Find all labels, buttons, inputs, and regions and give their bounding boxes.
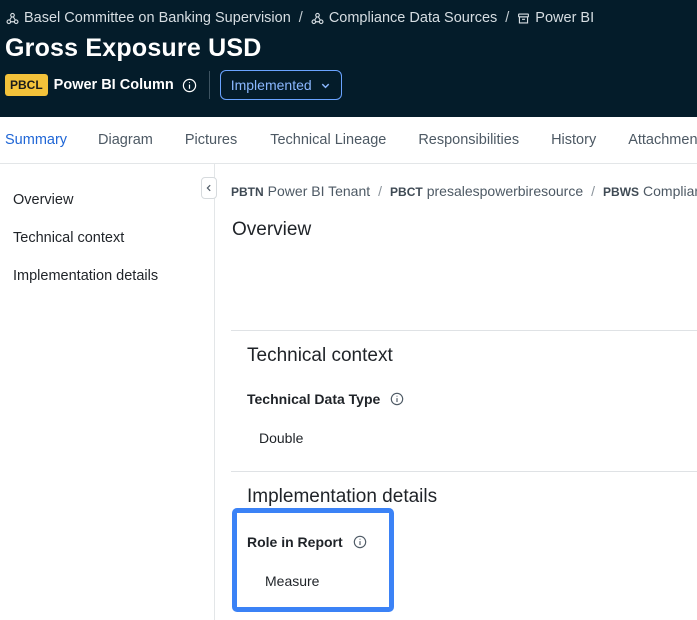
technical-data-type-label: Technical Data Type: [247, 391, 404, 407]
tab-responsibilities[interactable]: Responsibilities: [413, 117, 524, 163]
section-divider: [231, 330, 697, 331]
breadcrumb-label: Basel Committee on Banking Supervision: [24, 10, 291, 26]
nav-item-technical-context[interactable]: Technical context: [13, 230, 124, 246]
object-type-badge: PBCL: [5, 74, 48, 96]
info-icon[interactable]: [182, 78, 197, 93]
info-icon[interactable]: [390, 392, 404, 406]
path-item-workspace[interactable]: PBWSCompliance: [603, 183, 697, 199]
breadcrumb-item-compliance[interactable]: Compliance Data Sources: [311, 10, 497, 26]
technical-data-type-value: Double: [259, 430, 304, 446]
breadcrumb-item-basel[interactable]: Basel Committee on Banking Supervision: [6, 10, 291, 26]
overview-heading: Overview: [232, 219, 312, 240]
tab-diagram[interactable]: Diagram: [93, 117, 158, 163]
implementation-details-heading: Implementation details: [247, 486, 438, 507]
tab-bar: Summary Diagram Pictures Technical Linea…: [0, 117, 697, 164]
path-item-label: Power BI Tenant: [267, 183, 371, 199]
tab-pictures[interactable]: Pictures: [180, 117, 242, 163]
chevron-down-icon: [321, 83, 329, 88]
path-item-catalog[interactable]: PBCT presalespowerbiresource: [390, 183, 583, 199]
nav-item-implementation-details[interactable]: Implementation details: [13, 268, 158, 284]
tab-attachments[interactable]: Attachments: [623, 117, 697, 163]
hierarchy-path: PBTN Power BI Tenant / PBCT presalespowerb…: [231, 183, 697, 199]
field-label-text: Technical Data Type: [247, 391, 381, 407]
path-item-abbr: PBCT: [390, 185, 423, 199]
breadcrumb-separator: /: [505, 10, 510, 26]
page-title: Gross Exposure USD: [5, 34, 262, 62]
breadcrumb-item-power-bi[interactable]: Power BI: [517, 10, 594, 26]
nav-item-overview[interactable]: Overview: [13, 192, 73, 208]
status-label: Implemented: [230, 77, 312, 93]
tab-technical-lineage[interactable]: Technical Lineage: [265, 117, 391, 163]
highlight-box: [232, 508, 394, 612]
archive-box-icon: [518, 12, 530, 24]
share-nodes-icon: [6, 12, 19, 24]
tab-summary[interactable]: Summary: [0, 117, 73, 163]
path-item-abbr: PBTN: [231, 185, 264, 199]
section-divider: [231, 471, 697, 472]
path-separator: /: [378, 183, 383, 199]
status-dropdown[interactable]: Implemented: [219, 70, 342, 100]
collapse-sidebar-button[interactable]: [201, 177, 217, 199]
path-separator: /: [591, 183, 596, 199]
path-item-abbr: PBWS: [603, 185, 640, 199]
breadcrumb-separator: /: [298, 10, 303, 26]
breadcrumb-label: Power BI: [535, 10, 595, 26]
chevron-left-icon: [206, 184, 211, 192]
path-item-label: Compliance: [643, 183, 697, 199]
path-item-tenant[interactable]: PBTN Power BI Tenant: [231, 183, 370, 199]
share-nodes-icon: [311, 12, 324, 24]
technical-context-heading: Technical context: [247, 345, 393, 366]
object-type-row: PBCL Power BI Column Implemented: [5, 70, 342, 100]
object-header: Basel Committee on Banking Supervision /…: [0, 0, 697, 117]
tab-history[interactable]: History: [546, 117, 601, 163]
section-nav: Overview Technical context Implementatio…: [0, 164, 215, 620]
path-item-label: presalespowerbiresource: [426, 183, 584, 199]
breadcrumb: Basel Committee on Banking Supervision /…: [6, 10, 594, 26]
breadcrumb-label: Compliance Data Sources: [328, 10, 498, 26]
object-type-label: Power BI Column: [53, 77, 174, 93]
divider: [208, 71, 210, 99]
